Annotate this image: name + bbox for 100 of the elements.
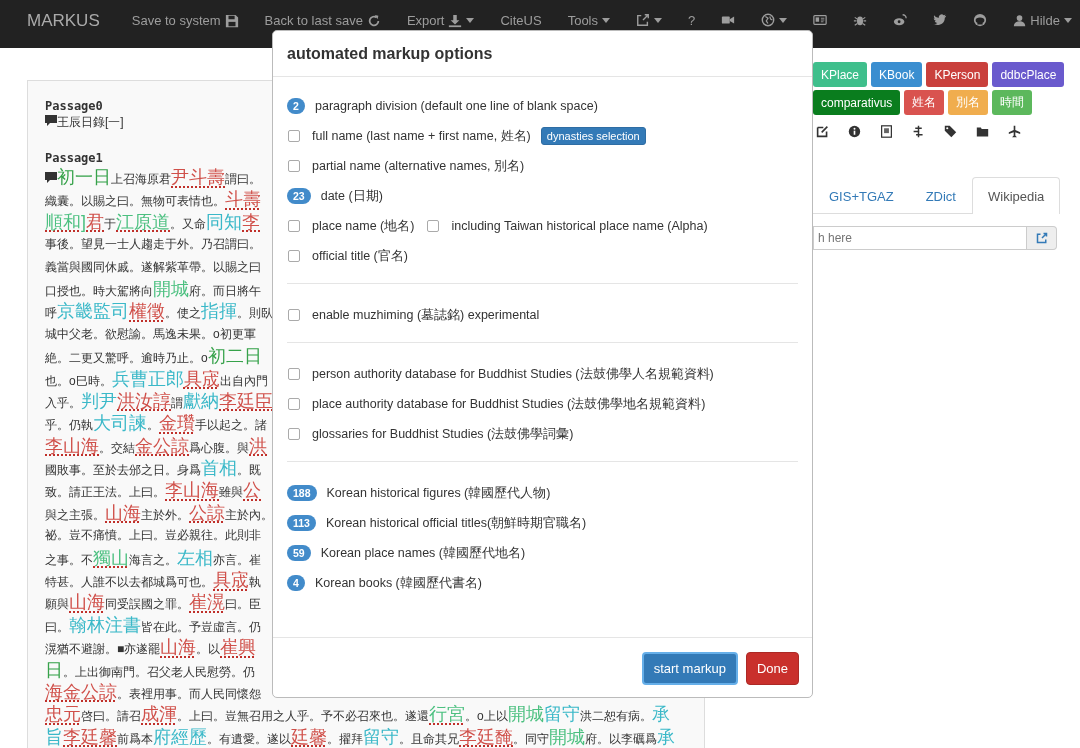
annotated-term[interactable]: 兵曹正郎 [111,367,184,390]
checkbox[interactable] [288,160,300,172]
nav-link[interactable]: Export [406,13,475,28]
annotated-term[interactable]: 山海 [69,591,105,614]
annotated-term[interactable]: 金瓚 [159,412,195,435]
text-run: 前爲本 [117,731,153,748]
annotated-term[interactable]: 君 [86,210,104,234]
folder-icon[interactable] [976,125,989,138]
tag-button[interactable]: ddbcPlace [992,62,1065,87]
annotated-term[interactable]: 日 [45,658,63,681]
airplane-icon[interactable] [1008,125,1021,138]
checkbox[interactable] [288,220,300,232]
done-button[interactable]: Done [745,652,799,685]
annotated-term[interactable]: 指揮 [201,300,237,323]
annotated-term[interactable]: 公 [243,479,261,502]
annotated-term[interactable]: 初一日 [57,166,111,189]
annotated-term[interactable]: 李廷馣 [459,725,513,748]
nav-icon-link[interactable] [761,13,788,27]
search-field[interactable]: h here [813,226,1027,250]
nav-link[interactable]: Back to last save [264,13,381,28]
annotated-term[interactable]: 承 [657,725,675,748]
annotated-term[interactable]: 翰林注書 [69,613,141,637]
annotated-term[interactable]: 江原道 [116,210,170,234]
annotated-term[interactable]: 留守 [363,725,399,748]
tag-button[interactable]: 姓名 [904,90,945,115]
nav-link[interactable]: ? [688,13,696,28]
tag-button[interactable]: comparativus [813,90,901,115]
annotated-term[interactable]: 李廷馨 [63,725,117,748]
annotated-term[interactable]: 順和] [45,210,86,234]
annotated-term[interactable]: 首相 [201,457,237,480]
checkbox[interactable] [288,130,300,142]
annotated-term[interactable]: 海金公諒 [45,681,117,704]
annotated-term[interactable]: 旨 [45,725,63,748]
checkbox[interactable] [288,368,300,380]
tree-icon[interactable] [912,125,925,138]
nav-icon-link[interactable] [893,13,908,27]
nav-link[interactable]: Tools [567,13,610,28]
card-icon[interactable] [880,125,893,138]
tag-button[interactable]: 時間 [992,90,1033,115]
tab[interactable]: ZDict [909,177,972,214]
annotated-term[interactable]: 山海 [160,636,197,659]
tab[interactable]: GIS+TGAZ [813,177,910,214]
annotated-term[interactable]: 洪汝諄 [117,389,171,413]
tags-icon[interactable] [944,125,957,138]
nav-icon-link[interactable] [973,13,988,27]
nav-icon-link[interactable] [933,13,948,27]
annotated-term[interactable]: 大司諫 [93,412,147,435]
annotated-term[interactable]: 開城 [507,703,544,726]
annotated-term[interactable]: 初二日 [207,345,262,368]
annotated-term[interactable]: 山海 [105,501,141,525]
annotated-term[interactable]: 開城 [549,725,585,748]
annotated-term[interactable]: 洪 [249,434,267,458]
dynasties-button[interactable]: dynasties selection [540,127,646,145]
checkbox[interactable] [288,428,300,440]
option-label: full name (last name + first name, 姓名) [312,127,531,145]
annotated-term[interactable]: 斗壽 [225,188,261,211]
app-brand[interactable]: MARKUS [27,11,100,31]
annotated-term[interactable]: 行宮 [429,703,465,726]
annotated-term[interactable]: 承 [651,703,670,726]
annotated-term[interactable]: 成渾 [141,703,177,726]
annotated-term[interactable]: 左相 [177,546,213,570]
annotated-term[interactable]: 判尹 [81,389,117,413]
info-icon[interactable] [848,125,861,138]
annotated-term[interactable]: 公諒 [189,501,225,525]
annotated-term[interactable]: 李山海 [165,479,219,502]
edit-icon[interactable] [816,125,829,138]
annotated-term[interactable]: 京畿監司 [57,300,129,323]
nav-icon-link[interactable] [813,13,828,27]
annotated-term[interactable]: 獻納 [183,389,219,413]
checkbox[interactable] [288,398,300,410]
tab[interactable]: Wikipedia [972,177,1061,214]
nav-icon-link[interactable] [636,13,662,27]
open-link-button[interactable] [1027,226,1057,250]
annotated-term[interactable]: 具宬 [183,367,220,390]
annotated-term[interactable]: 廷馨 [291,725,327,748]
annotated-term[interactable]: 府經歷 [153,725,207,748]
start-button[interactable]: start markup [641,652,738,685]
nav-link[interactable]: Save to system [131,13,239,28]
annotated-term[interactable]: 金公諒 [135,434,189,458]
annotated-term[interactable]: 具宬 [213,569,249,592]
annotated-term[interactable]: 獨山 [93,546,129,570]
annotated-term[interactable]: 崔興 [220,636,257,659]
tag-button[interactable]: KBook [871,62,923,87]
checkbox[interactable] [288,250,300,262]
annotated-term[interactable]: 崔滉 [189,591,225,614]
annotated-term[interactable]: 忠元 [45,703,81,726]
tag-button[interactable]: KPlace [813,62,868,87]
tag-button[interactable]: KPerson [926,62,989,87]
annotated-term[interactable]: 李廷臣 [219,389,273,413]
annotated-term[interactable]: 李山海 [45,434,99,458]
annotated-term[interactable]: 開城 [153,277,189,301]
nav-link[interactable]: Hilde [1013,13,1072,28]
annotated-term[interactable]: 尹斗壽 [171,166,225,189]
checkbox[interactable] [427,220,440,232]
nav-link[interactable]: CiteUS [500,13,542,28]
annotated-term[interactable]: 李 [242,210,260,234]
annotated-term[interactable]: 同知 [206,210,242,234]
checkbox[interactable] [288,309,300,321]
annotated-term[interactable]: 留守 [543,703,580,726]
annotated-term[interactable]: 權徵 [129,300,165,323]
